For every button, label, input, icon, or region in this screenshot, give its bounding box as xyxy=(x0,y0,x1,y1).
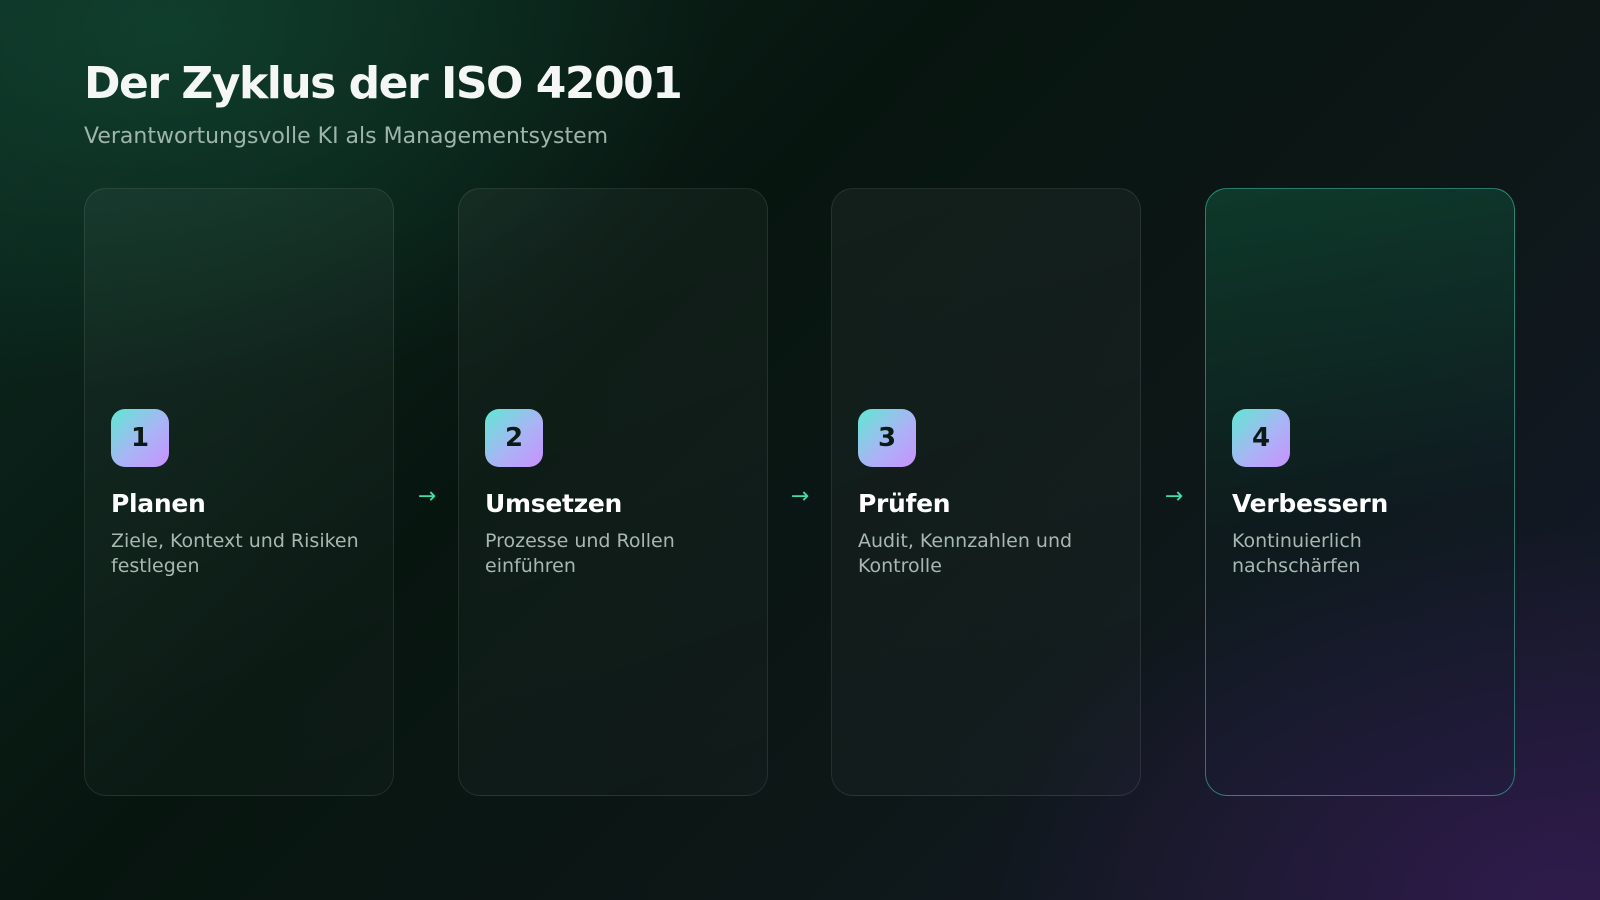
step-card-pruefen: 3 Prüfen Audit, Kennzahlen und Kontrolle xyxy=(831,188,1141,796)
cycle-steps: 1 Planen Ziele, Kontext und Risiken fest… xyxy=(84,188,1516,798)
step-number-badge: 4 xyxy=(1232,409,1290,467)
slide: Der Zyklus der ISO 42001 Verantwortungsv… xyxy=(0,0,1600,900)
step-description: Prozesse und Rollen einführen xyxy=(485,530,675,577)
step-card-verbessern: 4 Verbessern Kontinuierlich nachschärfen xyxy=(1205,188,1515,796)
step-card-umsetzen: 2 Umsetzen Prozesse und Rollen einführen xyxy=(458,188,768,796)
step-card-planen: 1 Planen Ziele, Kontext und Risiken fest… xyxy=(84,188,394,796)
step-number-badge: 1 xyxy=(111,409,169,467)
step-description: Kontinuierlich nachschärfen xyxy=(1232,530,1362,577)
step-title: Planen xyxy=(111,489,206,518)
step-title: Prüfen xyxy=(858,489,951,518)
arrow-right-icon: → xyxy=(1164,484,1184,509)
arrow-right-icon: → xyxy=(790,484,810,509)
page-title: Der Zyklus der ISO 42001 xyxy=(84,58,683,109)
step-number-badge: 2 xyxy=(485,409,543,467)
step-number-badge: 3 xyxy=(858,409,916,467)
arrow-right-icon: → xyxy=(417,484,437,509)
step-title: Umsetzen xyxy=(485,489,623,518)
step-description: Ziele, Kontext und Risiken festlegen xyxy=(111,530,359,577)
page-subtitle: Verantwortungsvolle KI als Managementsys… xyxy=(84,124,609,149)
step-title: Verbessern xyxy=(1232,489,1388,518)
step-description: Audit, Kennzahlen und Kontrolle xyxy=(858,530,1073,577)
